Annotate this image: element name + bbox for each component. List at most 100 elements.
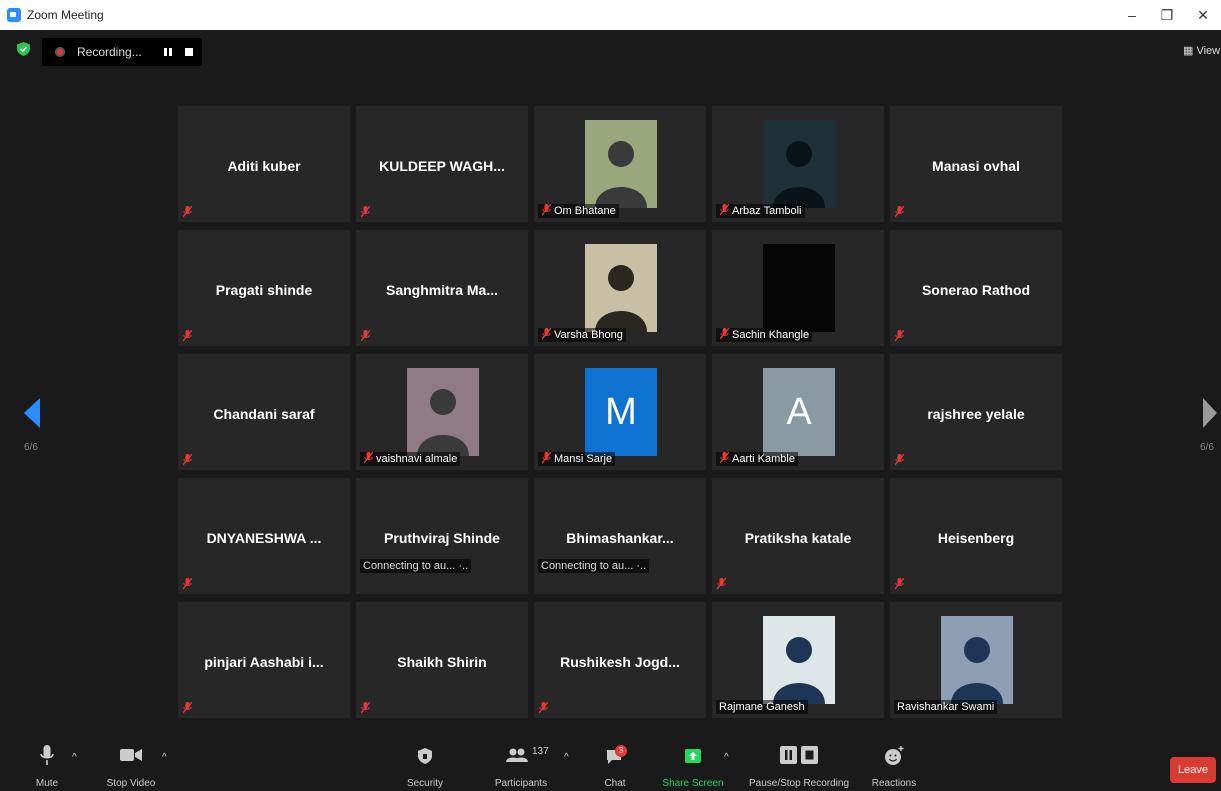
window-titlebar: Zoom Meeting – ❐ ✕ — [0, 0, 1221, 30]
participant-tile[interactable]: Sanghmitra Ma... — [356, 230, 528, 346]
audio-options-chevron-icon[interactable]: ^ — [72, 752, 77, 763]
participant-tile[interactable]: Chandani saraf — [178, 354, 350, 470]
recording-status: Recording... — [77, 45, 142, 59]
participant-tile[interactable]: A Aarti Kamble — [712, 354, 884, 470]
participants-button[interactable]: 137 Participants — [488, 738, 554, 791]
participant-caption: Sachin Khangle — [716, 327, 813, 342]
participant-tile[interactable]: pinjari Aashabi i... — [178, 602, 350, 718]
video-camera-icon — [120, 749, 142, 761]
participant-tile[interactable]: Sachin Khangle — [712, 230, 884, 346]
chat-unread-badge: 3 — [615, 745, 627, 757]
participant-tile[interactable]: Ravishankar Swami — [890, 602, 1062, 718]
participant-tile[interactable]: Bhimashankar... Connecting to au... ·.. — [534, 478, 706, 594]
participant-tile[interactable]: Shaikh Shirin — [356, 602, 528, 718]
participant-caption-text: Aarti Kamble — [732, 453, 795, 465]
participant-video — [763, 120, 835, 208]
participant-name: Pruthviraj Shinde — [384, 530, 500, 546]
person-silhouette-icon — [595, 141, 647, 208]
participant-video — [763, 244, 835, 332]
restore-button[interactable]: ❐ — [1154, 4, 1180, 26]
record-dot-icon — [55, 47, 65, 57]
participant-tile[interactable]: vaishnavi almale — [356, 354, 528, 470]
participant-name: Shaikh Shirin — [397, 654, 487, 670]
muted-microphone-icon — [360, 205, 371, 218]
participant-video — [585, 244, 657, 332]
chat-label: Chat — [604, 778, 626, 789]
participant-caption-text: Om Bhatane — [554, 205, 616, 217]
pause-stop-recording-button[interactable]: Pause/Stop Recording — [744, 738, 854, 791]
zoom-app-icon — [7, 8, 21, 22]
page-indicator-left: 6/6 — [24, 442, 38, 453]
participant-tile[interactable]: Rushikesh Jogd... — [534, 602, 706, 718]
leave-meeting-button[interactable]: Leave — [1170, 757, 1216, 783]
participant-tile[interactable]: DNYANESHWA ... — [178, 478, 350, 594]
participant-name: Rushikesh Jogd... — [560, 654, 680, 670]
mute-label: Mute — [35, 778, 59, 789]
video-options-chevron-icon[interactable]: ^ — [162, 752, 167, 763]
participant-tile[interactable]: Varsha Bhong — [534, 230, 706, 346]
muted-microphone-icon — [716, 577, 727, 590]
participant-name: Pragati shinde — [215, 282, 313, 298]
share-options-chevron-icon[interactable]: ^ — [724, 752, 729, 763]
next-page-arrow-icon[interactable] — [1203, 398, 1217, 428]
muted-microphone-icon — [894, 577, 905, 590]
participants-icon — [506, 748, 528, 762]
muted-microphone-icon — [363, 451, 374, 464]
muted-microphone-icon — [182, 577, 193, 590]
participant-tile[interactable]: Pragati shinde — [178, 230, 350, 346]
participants-options-chevron-icon[interactable]: ^ — [564, 752, 569, 763]
participant-name: Heisenberg — [937, 530, 1015, 546]
stop-recording-icon[interactable] — [185, 48, 193, 56]
meeting-toolbar: Mute ^ Stop Video ^ Security 137 Partici… — [0, 738, 1221, 791]
chat-button[interactable]: 3 Chat — [598, 738, 632, 791]
participant-tile[interactable]: Sonerao Rathod — [890, 230, 1062, 346]
window-title: Zoom Meeting — [27, 8, 104, 22]
pause-recording-icon[interactable] — [164, 48, 172, 56]
view-button[interactable]: ▦ View — [1183, 44, 1220, 57]
participants-count: 137 — [532, 746, 549, 757]
muted-microphone-icon — [182, 453, 193, 466]
participant-tile[interactable]: Pruthviraj Shinde Connecting to au... ·.. — [356, 478, 528, 594]
participant-tile[interactable]: Om Bhatane — [534, 106, 706, 222]
participant-caption-text: Mansi Sarje — [554, 453, 613, 465]
avatar-letter: M — [585, 368, 657, 456]
muted-microphone-icon — [719, 203, 730, 216]
participant-caption: Aarti Kamble — [716, 451, 798, 466]
person-silhouette-icon — [773, 637, 825, 704]
participant-tile[interactable]: M Mansi Sarje — [534, 354, 706, 470]
participant-caption: Mansi Sarje — [538, 451, 616, 466]
participant-name: KULDEEP WAGH... — [379, 158, 505, 174]
stop-video-button[interactable]: Stop Video — [100, 738, 162, 791]
participant-tile[interactable]: Aditi kuber — [178, 106, 350, 222]
participant-tile[interactable]: Manasi ovhal — [890, 106, 1062, 222]
muted-microphone-icon — [894, 453, 905, 466]
avatar-letter: A — [763, 368, 835, 456]
participant-name: rajshree yelale — [927, 406, 1025, 422]
participant-name: Aditi kuber — [227, 158, 301, 174]
shield-icon[interactable] — [17, 42, 30, 56]
mute-button[interactable]: Mute — [26, 738, 68, 791]
minimize-button[interactable]: – — [1119, 4, 1145, 26]
share-screen-button[interactable]: Share Screen — [660, 738, 726, 791]
close-button[interactable]: ✕ — [1190, 4, 1216, 26]
participant-tile[interactable]: KULDEEP WAGH... — [356, 106, 528, 222]
chat-icon: 3 — [605, 745, 627, 766]
participant-tile[interactable]: Rajmane Ganesh — [712, 602, 884, 718]
muted-microphone-icon — [719, 327, 730, 340]
security-button[interactable]: Security — [402, 738, 448, 791]
participant-tile[interactable]: Heisenberg — [890, 478, 1062, 594]
grid-icon: ▦ — [1183, 45, 1194, 57]
participant-tile[interactable]: rajshree yelale — [890, 354, 1062, 470]
muted-microphone-icon — [538, 701, 549, 714]
participants-label: Participants — [494, 778, 548, 789]
reactions-button[interactable]: Reactions — [868, 738, 920, 791]
participant-tile[interactable]: Arbaz Tamboli — [712, 106, 884, 222]
previous-page-arrow-icon[interactable] — [24, 398, 40, 428]
muted-microphone-icon — [182, 205, 193, 218]
muted-microphone-icon — [541, 327, 552, 340]
participant-tile[interactable]: Pratiksha katale — [712, 478, 884, 594]
participant-caption: Om Bhatane — [538, 203, 619, 218]
participant-caption: Rajmane Ganesh — [716, 700, 808, 714]
participant-caption: Arbaz Tamboli — [716, 203, 805, 218]
person-silhouette-icon — [773, 141, 825, 208]
